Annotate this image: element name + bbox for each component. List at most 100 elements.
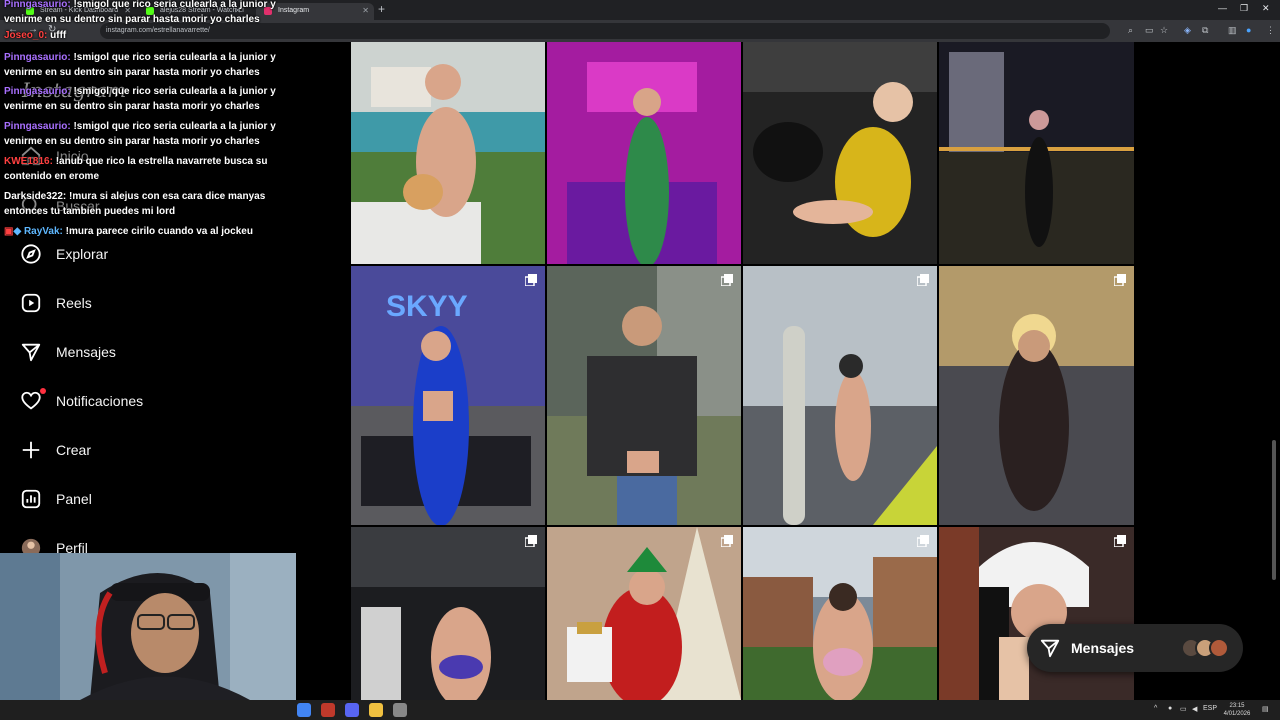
multiple-posts-icon [917, 274, 929, 286]
post-tile[interactable] [939, 266, 1134, 525]
streamer-webcam [0, 553, 296, 700]
post-tile[interactable] [939, 42, 1134, 264]
volume-icon[interactable]: ◀ [1192, 705, 1197, 713]
svg-text:SKYY: SKYY [386, 290, 468, 323]
language-indicator[interactable]: ESP [1203, 705, 1217, 712]
notification-icon[interactable]: ▤ [1262, 705, 1269, 713]
chat-message: KWE1816: !anub que rico la estrella nava… [4, 154, 304, 184]
sidebar-icon[interactable]: ▥ [1228, 25, 1237, 36]
clock-date: 4/01/2026 [1223, 711, 1251, 717]
close-window-button[interactable]: ✕ [1262, 3, 1270, 14]
clock-time: 23:15 [1229, 703, 1245, 709]
sidebar-item-crear[interactable]: Crear [20, 436, 91, 464]
minimize-button[interactable]: — [1218, 3, 1227, 13]
sidebar-item-label: Reels [56, 295, 92, 311]
post-image [939, 266, 1134, 525]
mic-icon[interactable]: ● [1168, 705, 1172, 712]
post-image [743, 42, 937, 264]
post-image: SKYY [351, 266, 545, 525]
chevron-up-icon[interactable]: ^ [1154, 705, 1157, 712]
sidebar-item-mensajes[interactable]: Mensajes [20, 338, 116, 366]
messages-floating-button[interactable]: Mensajes [1027, 624, 1243, 672]
new-tab-button[interactable]: + [378, 2, 385, 16]
post-image [547, 266, 741, 525]
post-tile[interactable] [743, 266, 937, 525]
chat-message: Pinngasaurio: !smigol que rico seria cul… [4, 119, 304, 149]
notification-dot [40, 388, 46, 394]
maximize-button[interactable]: ❐ [1240, 3, 1248, 14]
post-tile[interactable]: SKYY [351, 266, 545, 525]
chat-message: Pinngasaurio: !smigol que rico seria cul… [4, 0, 304, 27]
post-image [547, 527, 741, 700]
messenger-icon [21, 343, 41, 362]
menu-icon[interactable]: ⋮ [1266, 25, 1275, 36]
chat-username: Pinngasaurio: [4, 52, 71, 63]
close-tab-icon[interactable]: ✕ [362, 6, 369, 15]
post-image [743, 527, 937, 700]
discord-icon[interactable] [345, 703, 359, 717]
network-icon[interactable]: ▭ [1180, 705, 1187, 713]
post-image [939, 42, 1134, 264]
chat-username: Darkside322: [4, 191, 67, 202]
page-scrollbar[interactable] [1272, 440, 1276, 580]
message-avatars [1181, 638, 1229, 658]
system-clock[interactable]: 23:15 4/01/2026 [1222, 702, 1252, 718]
chat-badge-icon: ◆ [13, 226, 22, 237]
post-image [939, 527, 1134, 700]
post-tile[interactable] [351, 42, 545, 264]
webcam-feed [0, 553, 296, 700]
chat-username: Pinngasaurio: [4, 121, 71, 132]
multiple-posts-icon [917, 535, 929, 547]
zoom-icon[interactable]: ⌕ [1128, 25, 1133, 36]
chat-username: Pinngasaurio: [4, 86, 71, 97]
post-image [547, 42, 741, 264]
multiple-posts-icon [525, 535, 537, 547]
post-image [351, 42, 545, 264]
heart-icon [21, 391, 41, 410]
extension-icon[interactable]: ◈ [1184, 25, 1191, 36]
compass-icon [21, 244, 41, 264]
windows-taskbar: ^ ● ▭ ◀ ESP 23:15 4/01/2026 ▤ [0, 700, 1280, 720]
chrome-icon[interactable] [297, 703, 311, 717]
obs-icon[interactable] [321, 703, 335, 717]
sidebar-item-label: Explorar [56, 246, 109, 262]
post-tile[interactable] [547, 527, 741, 700]
multiple-posts-icon [1114, 274, 1126, 286]
sidebar-item-label: Notificaciones [56, 393, 144, 409]
star-icon[interactable]: ☆ [1160, 25, 1168, 36]
sidebar-item-label: Mensajes [56, 344, 116, 360]
sidebar-item-panel[interactable]: Panel [20, 485, 92, 513]
chat-message: Pinngasaurio: !smigol que rico seria cul… [4, 84, 304, 114]
post-tile[interactable] [743, 42, 937, 264]
multiple-posts-icon [721, 274, 733, 286]
post-tile[interactable] [547, 266, 741, 525]
sidebar-item-label: Panel [56, 491, 92, 507]
sidebar-item-reels[interactable]: Reels [20, 289, 92, 317]
sidebar-item-label: Crear [56, 442, 92, 458]
sidebar-item-explorar[interactable]: Explorar [20, 240, 108, 268]
post-tile[interactable] [743, 527, 937, 700]
chat-text: !mura parece cirilo cuando va al jockeu [65, 226, 253, 237]
sidebar-item-notificaciones[interactable]: Notificaciones [20, 387, 143, 415]
dashboard-icon [21, 489, 41, 509]
multiple-posts-icon [525, 274, 537, 286]
post-image [743, 266, 937, 525]
reels-icon [21, 293, 41, 313]
post-tile[interactable] [351, 527, 545, 700]
profile-avatar[interactable]: ● [1246, 25, 1251, 35]
chat-message: Joseo_0: ufff [4, 28, 304, 43]
chat-username: Joseo_0: [4, 30, 48, 41]
post-tile[interactable] [939, 527, 1134, 700]
cast-icon[interactable]: ▭ [1145, 25, 1154, 36]
chat-text: ufff [50, 30, 67, 41]
chat-username: RayVak: [23, 226, 63, 237]
post-tile[interactable] [547, 42, 741, 264]
folder-icon[interactable] [369, 703, 383, 717]
chat-username: KWE1816: [4, 156, 53, 167]
multiple-posts-icon [1114, 535, 1126, 547]
app-icon[interactable] [393, 703, 407, 717]
profile-post-grid: SKYY [351, 42, 1134, 700]
chat-message: Darkside322: !mura si alejus con esa car… [4, 189, 304, 219]
puzzle-icon[interactable]: ⧉ [1202, 25, 1208, 36]
multiple-posts-icon [721, 535, 733, 547]
